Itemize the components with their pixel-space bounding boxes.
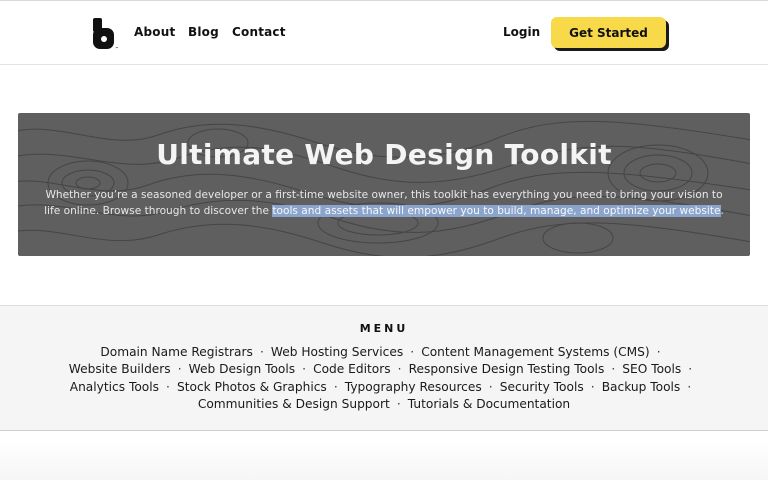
hero-description-selected-text: tools and assets that will empower you t…	[272, 205, 721, 217]
get-started-button[interactable]: Get Started	[551, 17, 666, 48]
nav-blog-link[interactable]: Blog	[188, 25, 219, 39]
menu-separator: ·	[488, 379, 493, 394]
menu-link[interactable]: Communities & Design Support	[198, 397, 390, 411]
menu-link[interactable]: Stock Photos & Graphics	[177, 380, 327, 394]
login-link[interactable]: Login	[503, 25, 540, 39]
hero-description: Whether you’re a seasoned developer or a…	[42, 187, 726, 219]
menu-link[interactable]: Domain Name Registrars	[100, 345, 253, 359]
brand-logo-icon[interactable]: ™	[90, 17, 120, 51]
menu-separator: ·	[611, 362, 616, 377]
toolkit-menu: MENU Domain Name Registrars · Web Hosting …	[0, 305, 768, 431]
menu-separator: ·	[177, 362, 182, 377]
menu-link[interactable]: SEO Tools	[622, 362, 681, 376]
nav-about-link[interactable]: About	[134, 25, 175, 39]
menu-separator: ·	[302, 362, 307, 377]
menu-link[interactable]: Security Tools	[500, 380, 584, 394]
menu-link[interactable]: Content Management Systems (CMS)	[421, 345, 649, 359]
nav-contact-link[interactable]: Contact	[232, 25, 286, 39]
menu-separator: ·	[656, 345, 661, 359]
menu-link[interactable]: Tutorials & Documentation	[408, 397, 570, 411]
menu-link[interactable]: Responsive Design Testing Tools	[409, 362, 605, 376]
menu-separator: ·	[687, 379, 692, 394]
menu-link[interactable]: Web Design Tools	[189, 362, 295, 376]
menu-separator: ·	[590, 379, 595, 394]
menu-link[interactable]: Web Hosting Services	[271, 345, 403, 359]
menu-link[interactable]: Backup Tools	[602, 380, 681, 394]
menu-heading: MENU	[359, 322, 409, 335]
get-started-button-wrapper: Get Started	[551, 17, 669, 51]
menu-line: Analytics Tools · Stock Photos & Graphics ·…	[0, 379, 768, 396]
menu-separator: ·	[333, 379, 338, 394]
menu-line: Communities & Design Support · Tutorials &…	[0, 396, 768, 413]
hero-banner: Ultimate Web Design Toolkit Whether you’…	[18, 113, 750, 256]
menu-links: Domain Name Registrars · Web Hosting Servi…	[0, 344, 768, 414]
menu-link[interactable]: Website Builders	[69, 362, 171, 376]
hero-title: Ultimate Web Design Toolkit	[156, 138, 612, 171]
menu-link[interactable]: Typography Resources	[345, 380, 482, 394]
menu-separator: ·	[259, 345, 264, 359]
menu-separator: ·	[410, 345, 415, 359]
menu-separator: ·	[396, 397, 401, 412]
menu-line: Website Builders · Web Design Tools · Code E…	[0, 361, 768, 378]
topographic-pattern	[18, 120, 750, 256]
menu-separator: ·	[166, 379, 170, 394]
menu-link[interactable]: Analytics Tools	[70, 380, 159, 394]
hero-description-end: .	[720, 205, 724, 217]
menu-separator: ·	[397, 362, 402, 377]
menu-separator: ·	[688, 362, 693, 377]
svg-text:™: ™	[115, 46, 119, 51]
menu-line: Domain Name Registrars · Web Hosting Servi…	[0, 344, 768, 361]
page-bottom	[0, 440, 768, 480]
menu-link[interactable]: Code Editors	[313, 362, 391, 376]
site-header: ™ About Blog Contact Login Get Started	[0, 1, 768, 65]
